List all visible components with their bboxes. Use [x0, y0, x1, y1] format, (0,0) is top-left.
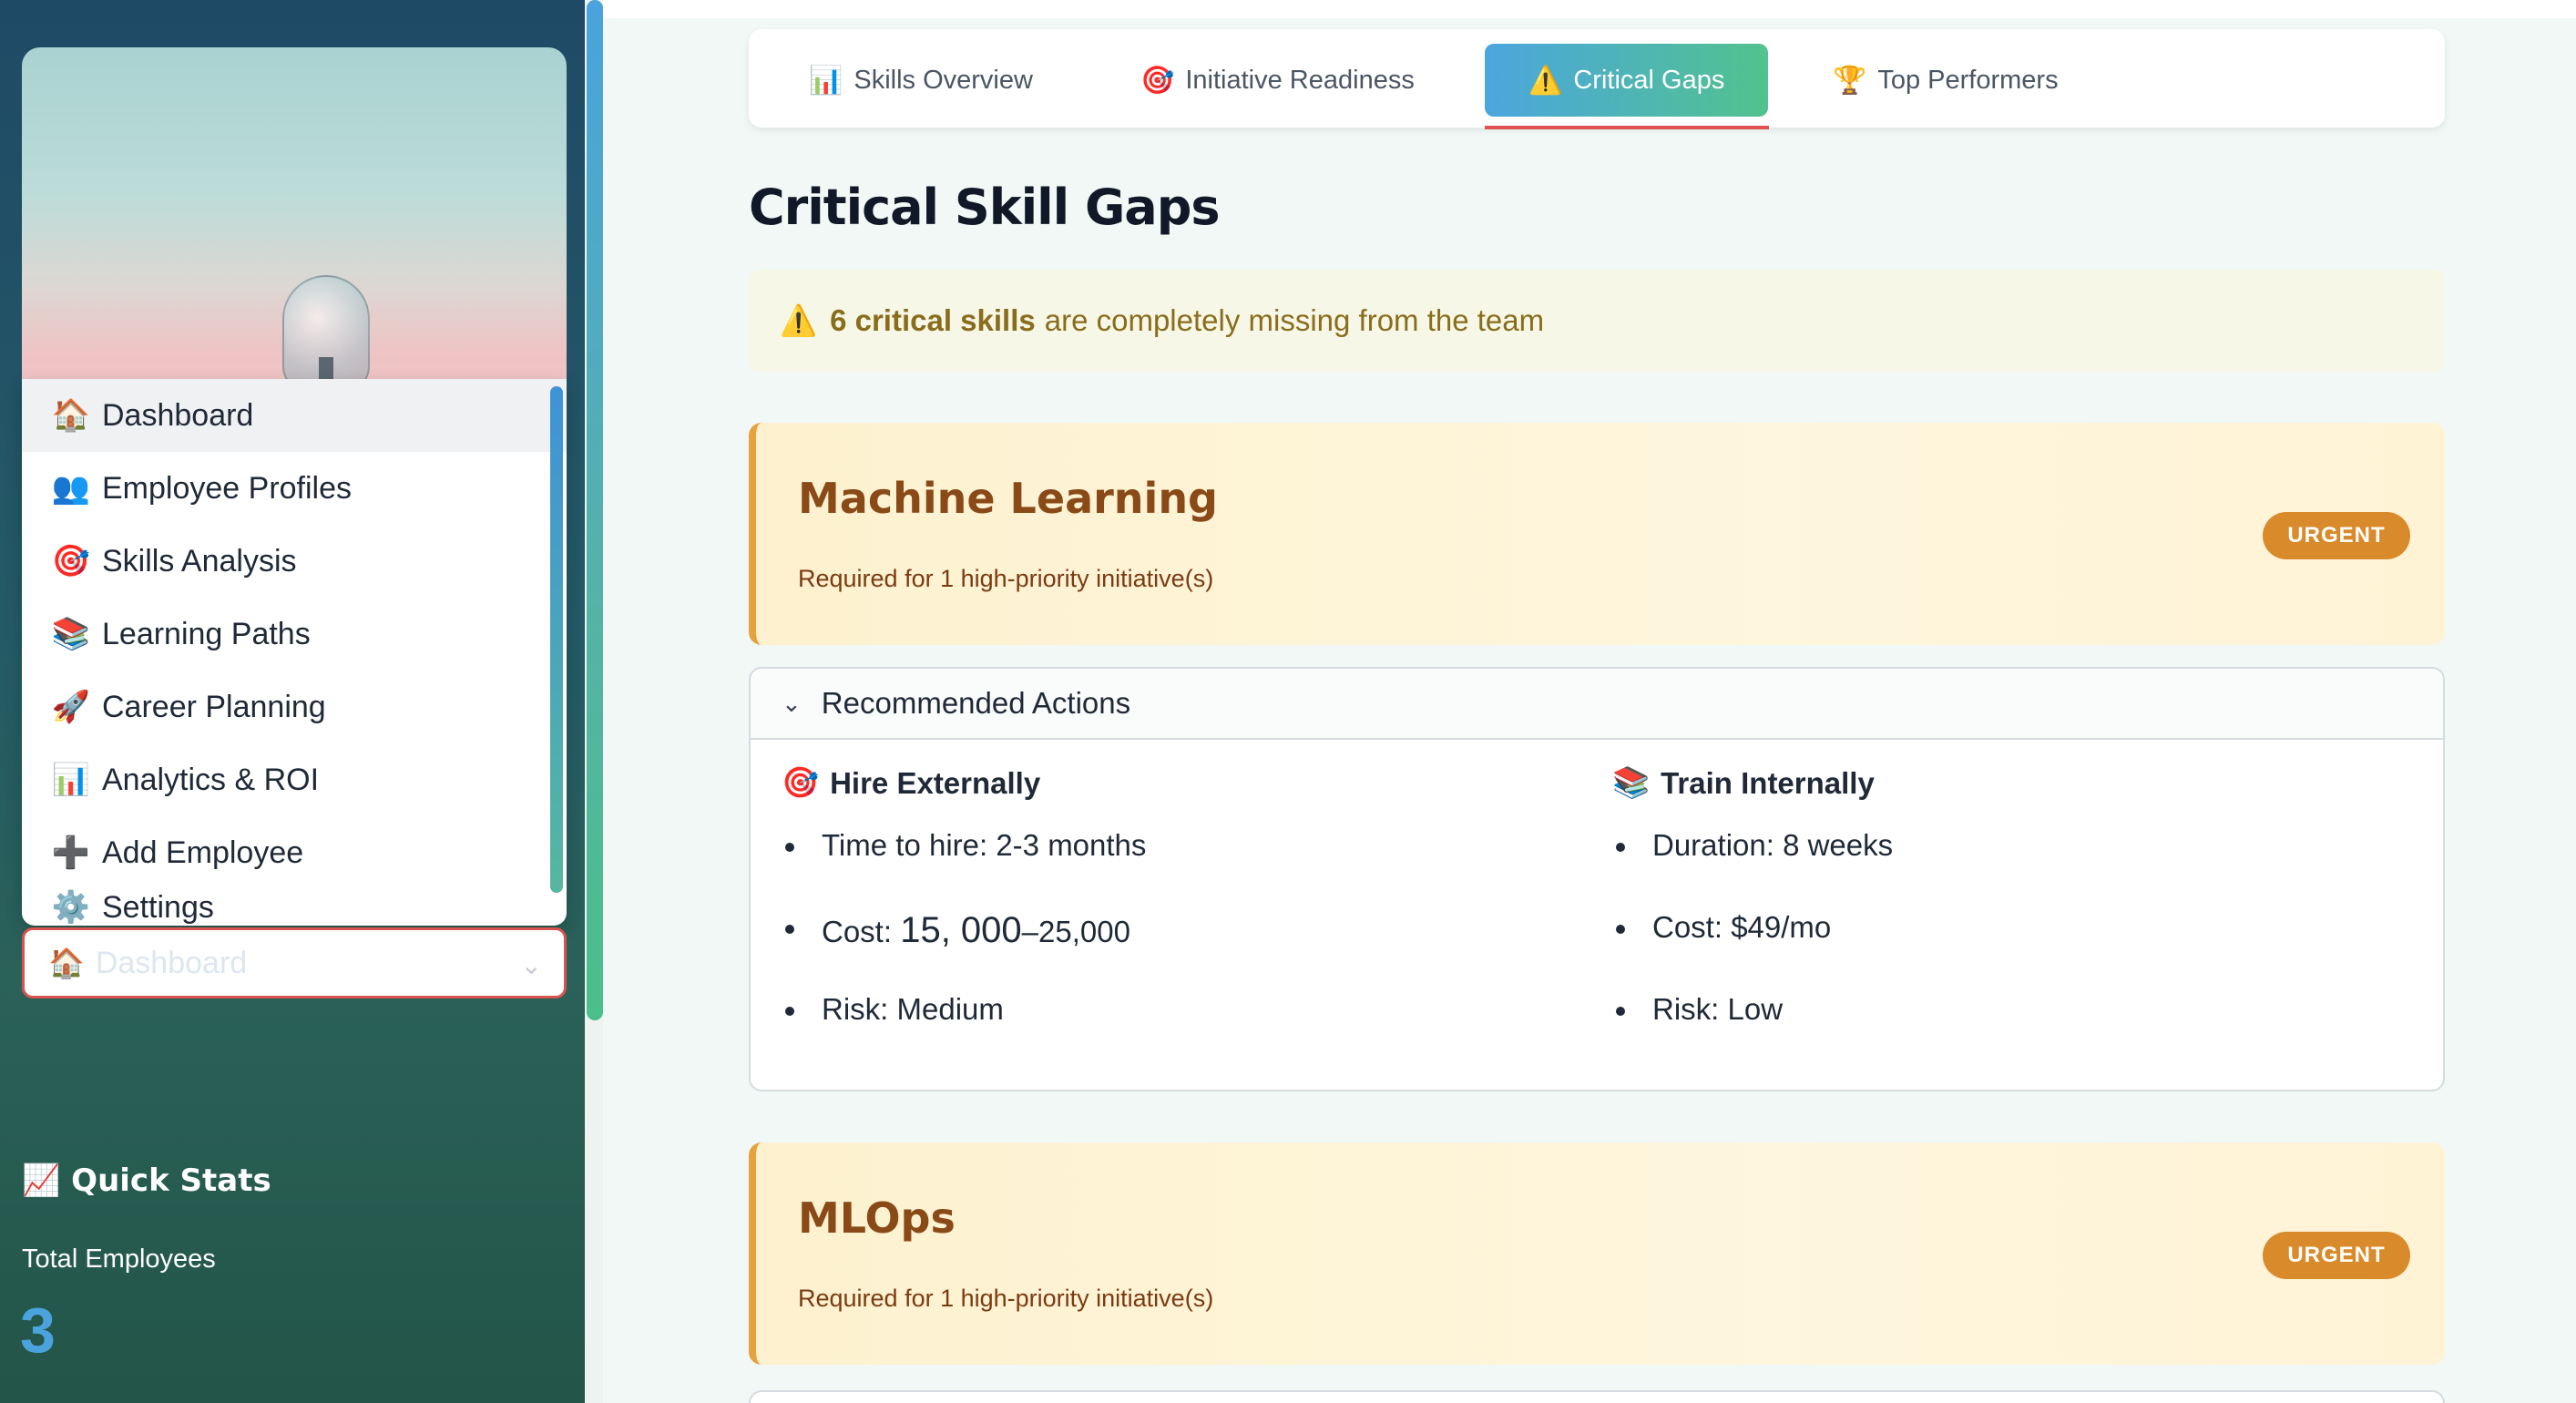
menu-item-label: Dashboard: [102, 397, 254, 433]
active-tab-indicator: [1485, 126, 1769, 129]
people-icon: 👥: [51, 471, 91, 506]
list-item: Cost: $49/mo: [1612, 910, 1893, 992]
gap-skill-name: MLOps: [798, 1193, 956, 1243]
menu-item-skills-analysis[interactable]: 🎯 Skills Analysis: [22, 525, 567, 598]
dropdown-scrollbar[interactable]: [550, 386, 563, 893]
list-item: Time to hire: 2-3 months: [782, 828, 1146, 910]
tab-top-performers[interactable]: 🏆 Top Performers: [1833, 44, 2059, 117]
expander-label: Recommended Actions: [821, 686, 1131, 720]
alert-count: 6 critical skills: [830, 303, 1036, 337]
house-icon: 🏠: [48, 947, 85, 979]
rocket-icon: 🚀: [51, 690, 91, 724]
gap-skill-name: Machine Learning: [798, 474, 1218, 523]
books-icon: 📚: [51, 617, 91, 651]
list-item: Risk: Medium: [782, 992, 1146, 1074]
select-value: Dashboard: [95, 945, 248, 980]
menu-item-label: Add Employee: [102, 835, 304, 870]
chevron-down-icon[interactable]: ⌄: [521, 950, 542, 980]
menu-item-settings[interactable]: ⚙️ Settings: [22, 889, 567, 926]
sidebar-scrollbar[interactable]: [587, 0, 603, 1020]
bar-chart-icon: 📊: [51, 763, 91, 797]
total-employees-label: Total Employees: [22, 1244, 216, 1274]
tab-label: Top Performers: [1877, 65, 2059, 95]
cost-value: 15, 000: [900, 910, 1022, 950]
menu-item-add-employee[interactable]: ➕ Add Employee: [22, 816, 567, 889]
urgent-badge: URGENT: [2263, 512, 2410, 559]
menu-item-dashboard[interactable]: 🏠 Dashboard: [22, 379, 567, 452]
target-icon: 🎯: [51, 544, 91, 579]
navigation-select[interactable]: 🏠 Dashboard ⌄: [22, 927, 567, 998]
train-details-list: Duration: 8 weeks Cost: $49/mo Risk: Low: [1612, 828, 1893, 1074]
trophy-icon: 🏆: [1833, 65, 1867, 96]
total-employees-value: 3: [20, 1295, 56, 1366]
hire-externally-column: 🎯 Hire Externally Time to hire: 2-3 mont…: [782, 765, 1146, 1074]
menu-item-career-planning[interactable]: 🚀 Career Planning: [22, 671, 567, 743]
house-icon: 🏠: [51, 398, 91, 433]
critical-skills-alert: ⚠️ 6 critical skills are completely miss…: [749, 270, 2445, 372]
books-icon: 📚: [1612, 765, 1651, 799]
tab-skills-overview[interactable]: 📊 Skills Overview: [809, 44, 1033, 117]
menu-item-label: Career Planning: [102, 689, 326, 724]
train-internally-title: 📚 Train Internally: [1612, 765, 1893, 801]
menu-item-label: Learning Paths: [102, 616, 311, 651]
recommended-actions-expander: ⌄ Recommended Actions 🎯 Hire Externally …: [749, 667, 2445, 1091]
menu-item-analytics-roi[interactable]: 📊 Analytics & ROI: [22, 743, 567, 816]
recommended-actions-header[interactable]: ⌄ Recommended Actions: [751, 669, 2443, 740]
target-icon: 🎯: [782, 765, 820, 799]
target-icon: 🎯: [1140, 65, 1175, 96]
top-bar: [603, 0, 2576, 18]
next-expander-edge: [749, 1390, 2445, 1403]
navigation-dropdown-menu: 🏠 Dashboard 👥 Employee Profiles 🎯 Skills…: [22, 379, 567, 926]
quick-stats-title: 📈 Quick Stats: [22, 1162, 271, 1199]
bar-chart-icon: 📊: [809, 65, 843, 96]
tab-label: Initiative Readiness: [1185, 65, 1415, 95]
menu-item-label: Employee Profiles: [102, 470, 353, 506]
list-item: Risk: Low: [1612, 992, 1893, 1074]
cost-range-end: –25,000: [1021, 915, 1130, 948]
plus-icon: ➕: [51, 835, 91, 870]
gear-icon: ⚙️: [51, 890, 91, 925]
cost-label: Cost:: [822, 915, 901, 948]
gap-card-machine-learning: Machine Learning Required for 1 high-pri…: [749, 423, 2445, 645]
column-title: Hire Externally: [830, 765, 1041, 800]
list-item: Duration: 8 weeks: [1612, 828, 1893, 910]
list-item: Cost: 15, 000–25,000: [782, 910, 1146, 992]
hire-details-list: Time to hire: 2-3 months Cost: 15, 000–2…: [782, 828, 1146, 1074]
gap-card-mlops: MLOps Required for 1 high-priority initi…: [749, 1142, 2445, 1365]
page-title: Critical Skill Gaps: [749, 179, 1221, 236]
tab-label: Skills Overview: [854, 65, 1033, 95]
menu-item-employee-profiles[interactable]: 👥 Employee Profiles: [22, 452, 567, 525]
menu-item-label: Skills Analysis: [102, 543, 297, 579]
menu-item-label: Analytics & ROI: [102, 762, 320, 797]
gap-skill-description: Required for 1 high-priority initiative(…: [798, 565, 1214, 592]
gap-skill-description: Required for 1 high-priority initiative(…: [798, 1285, 1214, 1312]
chevron-down-icon: ⌄: [782, 689, 802, 717]
alert-text: are completely missing from the team: [1044, 303, 1545, 337]
tab-critical-gaps[interactable]: ⚠️ Critical Gaps: [1485, 44, 1769, 117]
warning-icon: ⚠️: [780, 302, 818, 337]
sidebar-hero-image: [22, 47, 567, 412]
hire-externally-title: 🎯 Hire Externally: [782, 765, 1146, 801]
menu-item-label: Settings: [102, 890, 214, 925]
column-title: Train Internally: [1661, 765, 1875, 800]
tab-initiative-readiness[interactable]: 🎯 Initiative Readiness: [1140, 44, 1415, 117]
train-internally-column: 📚 Train Internally Duration: 8 weeks Cos…: [1612, 765, 1893, 1074]
warning-icon: ⚠️: [1528, 65, 1563, 96]
urgent-badge: URGENT: [2263, 1232, 2410, 1279]
menu-item-learning-paths[interactable]: 📚 Learning Paths: [22, 598, 567, 671]
tab-label: Critical Gaps: [1573, 65, 1725, 95]
tab-bar: 📊 Skills Overview 🎯 Initiative Readiness…: [749, 29, 2445, 128]
